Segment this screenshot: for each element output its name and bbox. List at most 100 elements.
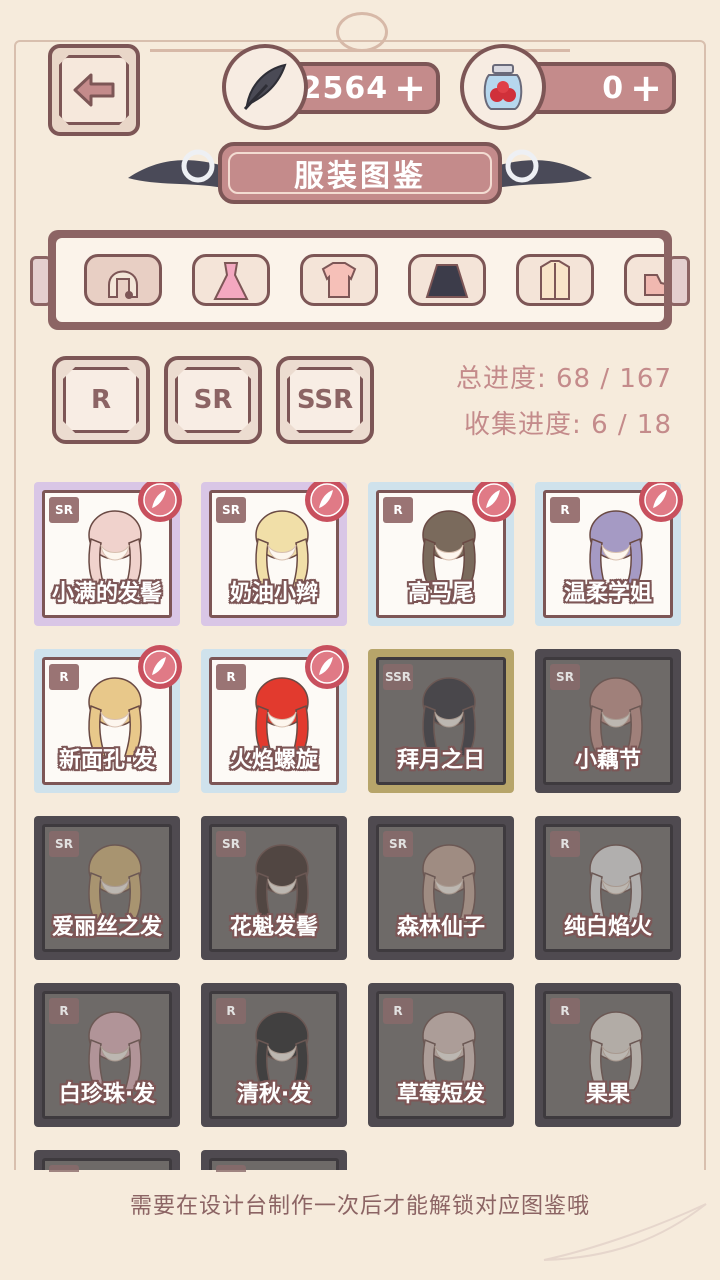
top-icon <box>321 262 357 298</box>
item-card-face: R 草莓短发 <box>376 991 506 1119</box>
add-feather-button[interactable]: + <box>394 69 426 107</box>
feather-icon <box>222 44 308 130</box>
skirt-icon <box>425 264 469 298</box>
new-stamp-icon <box>472 482 516 522</box>
item-card-face: SR 爱丽丝之发 <box>42 824 172 952</box>
item-grid: SR 小满的发髻 SR 奶油小辫 R 高马尾 R 温柔学姐 R 新面孔·发 R 火焰螺旋 SSR 拜月之日… <box>34 482 686 1172</box>
filter-ssr-button[interactable]: SSR <box>276 356 374 444</box>
title-banner: 服装图鉴 <box>218 142 502 204</box>
category-tab-top[interactable] <box>300 254 378 306</box>
item-name: 小藕节 <box>574 748 641 773</box>
rarity-badge: SR <box>550 664 580 690</box>
rarity-badge: R <box>383 998 413 1024</box>
category-tab-dress[interactable] <box>192 254 270 306</box>
rarity-badge: SR <box>216 831 246 857</box>
item-name: 白珍珠·发 <box>58 1082 156 1107</box>
coat-icon <box>540 260 570 300</box>
item-card[interactable]: SR 小满的发髻 <box>34 482 182 626</box>
category-tab-shoes[interactable] <box>624 254 664 306</box>
item-name: 纯白焰火 <box>563 915 652 940</box>
shoes-icon <box>644 274 664 296</box>
item-card[interactable]: SR 森林仙子 <box>368 816 514 960</box>
filter-sr-label: SR <box>175 367 251 433</box>
item-name: 森林仙子 <box>396 915 485 940</box>
dress-icon <box>213 262 249 300</box>
collection-progress: 收集进度: 6 / 18 <box>464 410 672 440</box>
item-card-face: R 清秋·发 <box>209 991 339 1119</box>
rarity-badge: R <box>216 998 246 1024</box>
rarity-badge: SR <box>383 831 413 857</box>
item-name: 新面孔·发 <box>58 748 156 773</box>
rarity-badge: R <box>216 1165 246 1172</box>
berry-jar-icon <box>460 44 546 130</box>
category-panel <box>48 230 672 330</box>
item-card[interactable]: R 纯白焰火 <box>535 816 681 960</box>
item-card[interactable]: R <box>34 1150 180 1172</box>
filter-sr-button[interactable]: SR <box>164 356 262 444</box>
item-card-face: R 果果 <box>543 991 673 1119</box>
item-name: 火焰螺旋 <box>229 748 318 773</box>
rarity-badge: SR <box>49 497 79 523</box>
rarity-badge: R <box>49 998 79 1024</box>
page-title: 服装图鉴 <box>294 159 426 194</box>
berry-count: 0 <box>602 70 625 106</box>
item-card-face: SR 小藕节 <box>543 657 673 785</box>
category-list <box>56 238 664 322</box>
item-card-face: SSR 拜月之日 <box>376 657 506 785</box>
new-stamp-icon <box>138 482 182 522</box>
item-card-face: SR 花魁发髻 <box>209 824 339 952</box>
item-card[interactable]: SR 花魁发髻 <box>201 816 347 960</box>
category-tab-hair[interactable] <box>84 254 162 306</box>
new-stamp-icon <box>138 645 182 689</box>
rarity-badge: R <box>383 497 413 523</box>
item-name: 花魁发髻 <box>229 915 318 940</box>
rarity-badge: R <box>49 1165 79 1172</box>
rarity-badge: R <box>49 664 79 690</box>
total-progress: 总进度: 68 / 167 <box>455 364 672 394</box>
item-name: 小满的发髻 <box>51 581 162 606</box>
arrow-left-icon <box>73 73 115 107</box>
item-card[interactable]: SR 奶油小辫 <box>201 482 349 626</box>
item-card[interactable]: R 新面孔·发 <box>34 645 182 793</box>
item-name: 奶油小辫 <box>229 581 318 606</box>
item-name: 拜月之日 <box>396 748 485 773</box>
item-name: 爱丽丝之发 <box>51 915 162 940</box>
rarity-badge: SR <box>49 831 79 857</box>
item-name: 果果 <box>585 1082 630 1107</box>
feather-decoration-icon <box>543 1203 707 1261</box>
new-stamp-icon <box>305 645 349 689</box>
item-name: 清秋·发 <box>236 1082 312 1107</box>
new-stamp-icon <box>639 482 683 522</box>
filter-r-label: R <box>63 367 139 433</box>
hair-icon <box>108 270 138 299</box>
back-button[interactable] <box>48 44 140 136</box>
item-card[interactable]: R 温柔学姐 <box>535 482 683 626</box>
item-card[interactable]: SR 爱丽丝之发 <box>34 816 180 960</box>
item-name: 高马尾 <box>407 581 474 606</box>
item-card[interactable]: R <box>201 1150 347 1172</box>
filter-ssr-label: SSR <box>287 367 363 433</box>
category-tab-skirt[interactable] <box>408 254 486 306</box>
category-tab-coat[interactable] <box>516 254 594 306</box>
feather-count: 2564 <box>300 70 389 106</box>
item-card[interactable]: R 火焰螺旋 <box>201 645 349 793</box>
item-card[interactable]: R 清秋·发 <box>201 983 347 1127</box>
item-card[interactable]: SSR 拜月之日 <box>368 649 514 793</box>
item-card-face: SR 森林仙子 <box>376 824 506 952</box>
item-card[interactable]: R 草莓短发 <box>368 983 514 1127</box>
rarity-badge: SSR <box>383 664 413 690</box>
rarity-badge: R <box>550 831 580 857</box>
item-card[interactable]: R 果果 <box>535 983 681 1127</box>
rarity-badge: R <box>550 998 580 1024</box>
add-berry-button[interactable]: + <box>630 69 662 107</box>
filter-r-button[interactable]: R <box>52 356 150 444</box>
item-card[interactable]: R 高马尾 <box>368 482 516 626</box>
item-card[interactable]: R 白珍珠·发 <box>34 983 180 1127</box>
new-stamp-icon <box>305 482 349 522</box>
item-card-face: R 白珍珠·发 <box>42 991 172 1119</box>
rarity-badge: SR <box>216 497 246 523</box>
rarity-badge: R <box>550 497 580 523</box>
rarity-badge: R <box>216 664 246 690</box>
item-card[interactable]: SR 小藕节 <box>535 649 681 793</box>
item-name: 草莓短发 <box>396 1082 485 1107</box>
